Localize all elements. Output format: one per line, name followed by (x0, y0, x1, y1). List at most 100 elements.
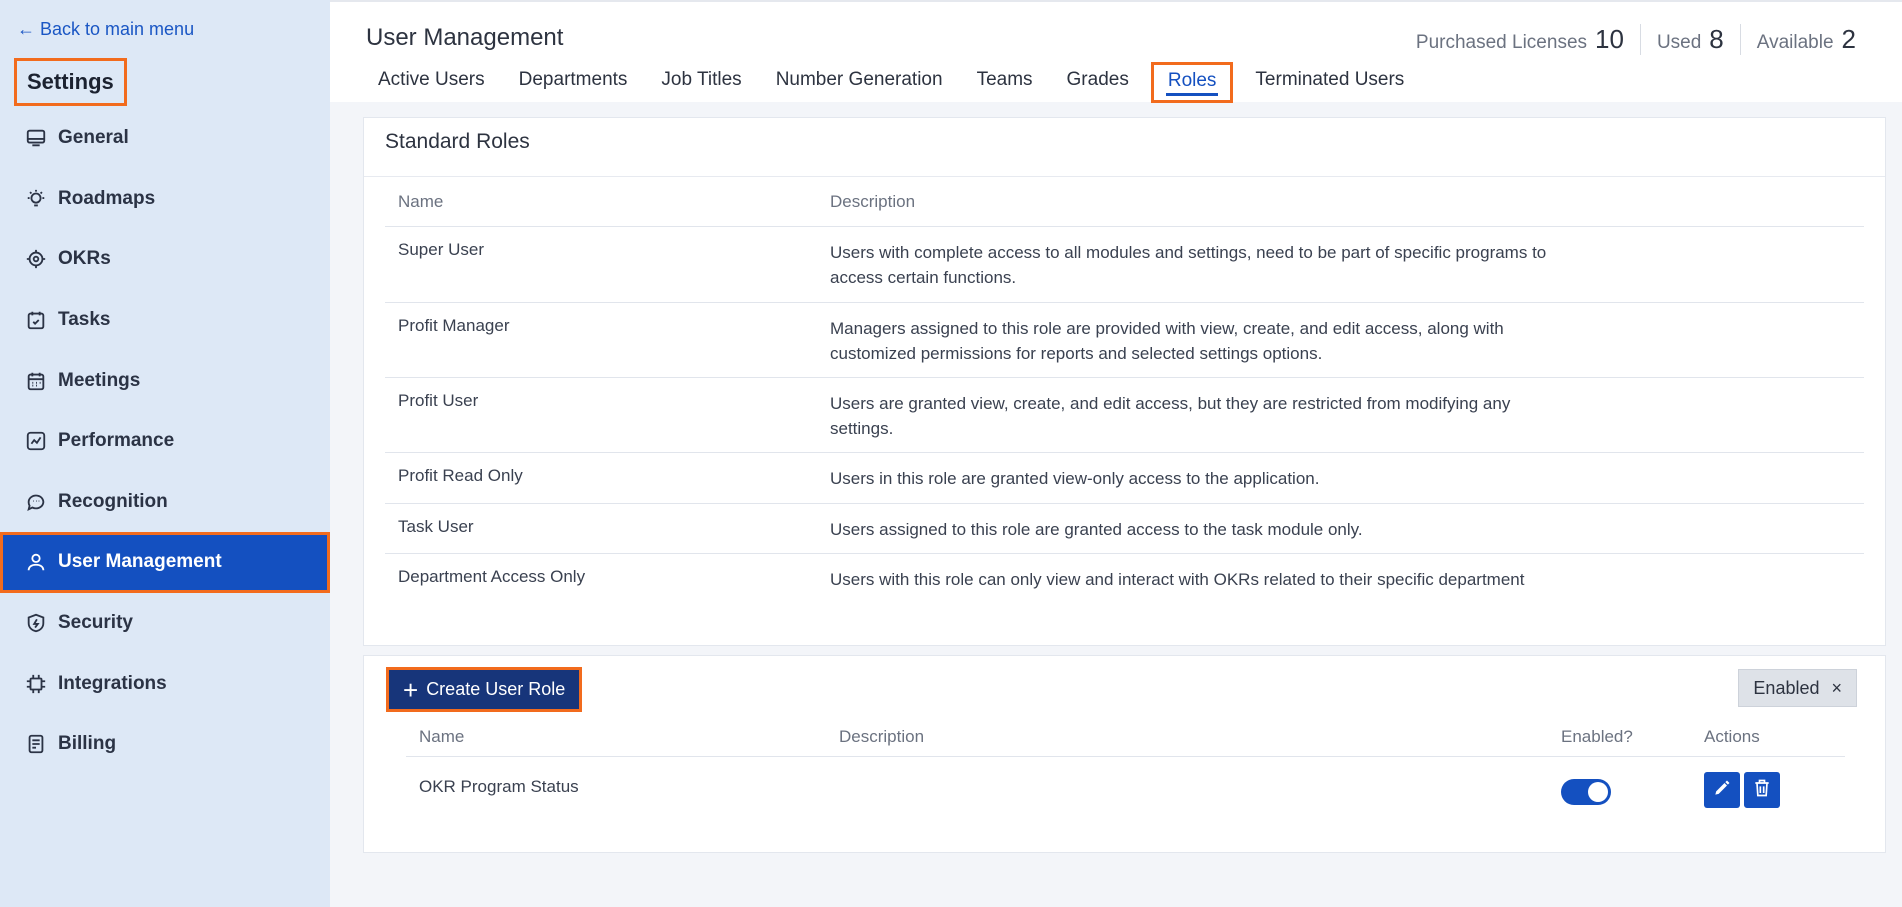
sidebar-item-label: Meetings (58, 369, 141, 391)
purchased-licenses: Purchased Licenses 10 (1400, 24, 1640, 55)
purchased-licenses-label: Purchased Licenses (1415, 31, 1588, 53)
page-header: User Management Purchased Licenses 10 Us… (330, 0, 1902, 103)
trash-icon (1752, 778, 1772, 803)
purchased-licenses-value: 10 (1595, 23, 1624, 54)
table-row: Department Access Only Users with this r… (385, 554, 1864, 630)
sidebar-item-user-management[interactable]: User Management (0, 532, 330, 593)
table-row: Profit User Users are granted view, crea… (385, 378, 1864, 453)
toggle-knob (1588, 782, 1608, 802)
enabled-filter-chip[interactable]: Enabled × (1738, 669, 1857, 707)
table-row: Task User Users assigned to this role ar… (385, 504, 1864, 554)
sidebar-item-okrs[interactable]: OKRs (0, 229, 330, 290)
column-header-description: Description (830, 192, 916, 211)
role-description: Users are granted view, create, and edit… (830, 394, 1511, 438)
sidebar-item-recognition[interactable]: Recognition (0, 472, 330, 533)
create-user-role-button[interactable]: + Create User Role (386, 667, 583, 712)
sidebar-item-label: OKRs (58, 248, 111, 270)
available-licenses-value: 2 (1841, 23, 1856, 54)
license-summary: Purchased Licenses 10 Used 8 Available 2 (1400, 22, 1872, 56)
close-icon[interactable]: × (1831, 678, 1842, 699)
column-header-description: Description (839, 726, 925, 746)
target-icon (24, 247, 48, 271)
actions-cell (1704, 766, 1845, 808)
enabled-toggle[interactable] (1561, 779, 1611, 805)
sidebar-item-roadmaps[interactable]: Roadmaps (0, 169, 330, 230)
lightbulb-icon (24, 187, 48, 211)
sidebar-item-tasks[interactable]: Tasks (0, 290, 330, 351)
role-description: Users with this role can only view and i… (830, 570, 1525, 589)
role-name: Super User (398, 240, 484, 259)
standard-roles-card: Standard Roles Name Description Super Us… (363, 117, 1886, 646)
calendar-grid-icon (24, 369, 48, 393)
tab-roles[interactable]: Roles (1150, 62, 1234, 103)
sidebar-item-billing[interactable]: Billing (0, 714, 330, 775)
tab-job-titles[interactable]: Job Titles (649, 62, 753, 103)
user-management-tabs: Active Users Departments Job Titles Numb… (366, 62, 1426, 103)
table-row: Profit Manager Managers assigned to this… (385, 303, 1864, 378)
column-header-name: Name (419, 726, 465, 746)
table-row: Super User Users with complete access to… (385, 227, 1864, 303)
back-to-main-menu-link[interactable]: ← Back to main menu (17, 19, 194, 40)
sidebar-item-label: Billing (58, 733, 117, 755)
chip-icon (24, 672, 48, 696)
sidebar-item-performance[interactable]: Performance (0, 411, 330, 472)
sidebar-item-label: User Management (58, 551, 222, 573)
sidebar-item-integrations[interactable]: Integrations (0, 653, 330, 714)
used-licenses-label: Used (1656, 31, 1702, 53)
sidebar-item-label: Roadmaps (58, 187, 156, 209)
role-description: Users assigned to this role are granted … (830, 520, 1363, 539)
pencil-icon (1712, 778, 1732, 803)
settings-sidebar: ← Back to main menu Settings General Roa… (0, 0, 330, 907)
table-header-row: Name Description Enabled? Actions (406, 717, 1845, 757)
sidebar-item-label: Tasks (58, 309, 111, 331)
custom-roles-card: + Create User Role Enabled × Name Descri… (363, 655, 1886, 853)
sidebar-item-general[interactable]: General (0, 108, 330, 169)
enabled-filter-label: Enabled (1753, 677, 1820, 698)
back-link-label[interactable]: ← Back to main menu (17, 19, 194, 40)
sidebar-item-label: Recognition (58, 490, 168, 512)
edit-button[interactable] (1704, 772, 1740, 808)
role-name: Profit User (398, 391, 479, 410)
column-header-name: Name (398, 191, 444, 211)
standard-roles-table: Name Description Super User Users with c… (385, 177, 1864, 630)
available-licenses: Available 2 (1739, 23, 1872, 55)
tab-departments[interactable]: Departments (507, 62, 640, 103)
user-icon (24, 550, 48, 574)
page-title: User Management (366, 24, 564, 51)
role-name: Profit Read Only (398, 466, 523, 485)
calendar-check-icon (24, 308, 48, 332)
table-row: OKR Program Status (406, 757, 1845, 817)
settings-title: Settings (14, 58, 127, 106)
column-header-actions: Actions (1704, 726, 1760, 746)
role-name: OKR Program Status (419, 777, 579, 796)
tab-active-users[interactable]: Active Users (366, 62, 497, 103)
chart-line-icon (24, 429, 48, 453)
sidebar-item-label: Integrations (58, 672, 167, 694)
used-licenses-value: 8 (1709, 23, 1724, 54)
plus-icon: + (403, 674, 419, 705)
delete-button[interactable] (1744, 772, 1780, 808)
role-description: Users in this role are granted view-only… (830, 469, 1320, 488)
custom-roles-table: Name Description Enabled? Actions OKR Pr… (406, 717, 1845, 817)
settings-nav: General Roadmaps OKRs Tasks Meetings Per… (0, 108, 330, 775)
tab-terminated-users[interactable]: Terminated Users (1243, 62, 1416, 103)
tab-number-generation[interactable]: Number Generation (764, 62, 955, 103)
tab-grades[interactable]: Grades (1055, 62, 1141, 103)
standard-roles-title: Standard Roles (385, 130, 530, 153)
shield-icon (24, 611, 48, 635)
tab-teams[interactable]: Teams (965, 62, 1045, 103)
create-user-role-label: Create User Role (426, 679, 566, 699)
role-description: Managers assigned to this role are provi… (830, 319, 1504, 363)
table-row: Profit Read Only Users in this role are … (385, 453, 1864, 504)
sidebar-item-label: Performance (58, 430, 175, 452)
monitor-icon (24, 126, 48, 150)
sidebar-item-label: Security (58, 612, 133, 634)
sidebar-item-meetings[interactable]: Meetings (0, 350, 330, 411)
role-name: Profit Manager (398, 316, 510, 335)
role-name: Department Access Only (398, 567, 586, 586)
enabled-cell (1561, 769, 1704, 805)
available-licenses-label: Available (1756, 31, 1834, 53)
sidebar-item-security[interactable]: Security (0, 593, 330, 654)
sidebar-item-label: General (58, 127, 129, 149)
column-header-enabled: Enabled? (1561, 726, 1633, 746)
